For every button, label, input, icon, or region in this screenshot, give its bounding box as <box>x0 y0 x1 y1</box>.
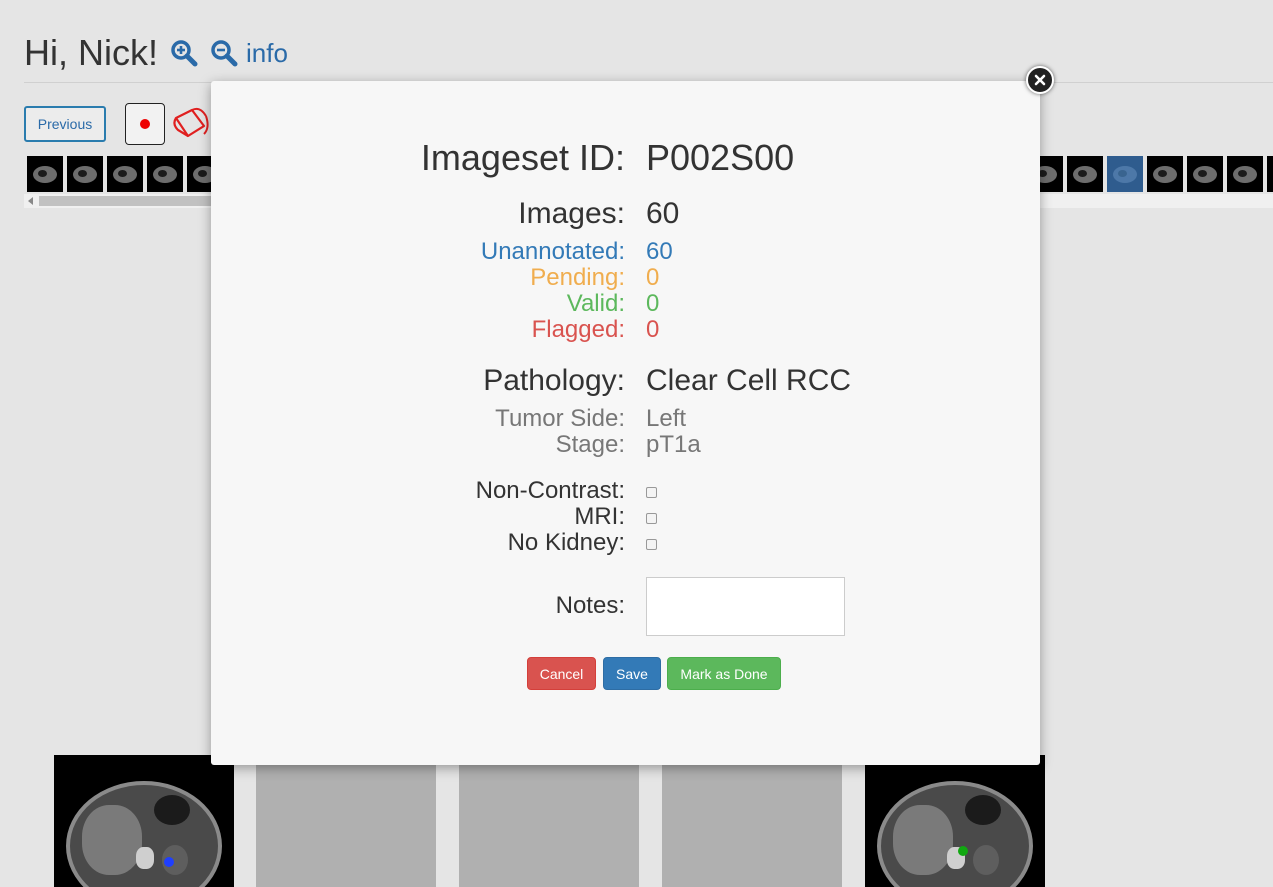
no-kidney-checkbox[interactable] <box>646 539 657 550</box>
pathology-label: Pathology: <box>483 364 625 397</box>
pathology-value: Clear Cell RCC <box>646 364 852 397</box>
empty-image-slot[interactable] <box>256 755 436 887</box>
paint-bucket-icon[interactable] <box>170 104 214 144</box>
thumbnail[interactable] <box>147 156 183 192</box>
scroll-left-arrow-icon[interactable] <box>28 197 33 205</box>
scan-image-slot[interactable] <box>54 755 234 887</box>
close-modal-button[interactable] <box>1026 66 1054 94</box>
header: Hi, Nick! info <box>24 30 288 76</box>
thumbnail-selected[interactable] <box>1107 156 1143 192</box>
pending-value: 0 <box>646 264 660 291</box>
unannotated-label: Unannotated: <box>480 238 625 265</box>
unannotated-value: 60 <box>646 238 673 265</box>
flagged-value: 0 <box>646 316 660 343</box>
mark-as-done-button[interactable]: Mark as Done <box>667 657 781 690</box>
valid-label: Valid: <box>566 290 625 317</box>
thumbnail[interactable] <box>27 156 63 192</box>
thumbnail[interactable] <box>1067 156 1103 192</box>
imageset-id-value: P002S00 <box>646 137 795 178</box>
empty-image-slot[interactable] <box>662 755 842 887</box>
zoom-in-icon[interactable] <box>170 39 198 67</box>
thumbnail[interactable] <box>107 156 143 192</box>
scan-image-slot[interactable] <box>865 755 1045 887</box>
thumbnail[interactable] <box>1147 156 1183 192</box>
annotation-marker-green <box>958 846 968 856</box>
non-contrast-checkbox[interactable] <box>646 487 657 498</box>
non-contrast-label: Non-Contrast: <box>475 477 625 504</box>
thumbnail[interactable] <box>1267 156 1273 192</box>
annotation-marker-blue <box>164 857 174 867</box>
imageset-info-modal: Imageset ID: P002S00 Images: 60 Unannota… <box>211 81 1040 765</box>
pending-label: Pending: <box>530 264 625 291</box>
thumbnail[interactable] <box>1227 156 1263 192</box>
stage-value: pT1a <box>646 431 701 458</box>
thumbnail[interactable] <box>1187 156 1223 192</box>
save-button[interactable]: Save <box>603 657 661 690</box>
mri-checkbox[interactable] <box>646 513 657 524</box>
greeting-text: Hi, Nick! <box>24 32 158 73</box>
cancel-button[interactable]: Cancel <box>527 657 596 690</box>
record-icon <box>140 119 150 129</box>
mri-label: MRI: <box>574 503 625 530</box>
imageset-id-label: Imageset ID: <box>420 137 625 178</box>
tumor-side-value: Left <box>646 405 687 432</box>
flagged-label: Flagged: <box>531 316 625 343</box>
stage-label: Stage: <box>555 431 625 458</box>
tumor-side-label: Tumor Side: <box>495 405 625 432</box>
close-icon <box>1034 74 1046 86</box>
zoom-out-icon[interactable] <box>210 39 238 67</box>
images-label: Images: <box>518 197 625 230</box>
notes-textarea[interactable] <box>646 577 845 636</box>
thumbnail[interactable] <box>67 156 103 192</box>
notes-label: Notes: <box>555 592 625 619</box>
record-button[interactable] <box>125 103 165 145</box>
no-kidney-label: No Kidney: <box>507 529 625 556</box>
images-value: 60 <box>646 197 680 230</box>
empty-image-slot[interactable] <box>459 755 639 887</box>
info-link[interactable]: info <box>246 38 288 69</box>
valid-value: 0 <box>646 290 660 317</box>
previous-button[interactable]: Previous <box>24 106 106 142</box>
